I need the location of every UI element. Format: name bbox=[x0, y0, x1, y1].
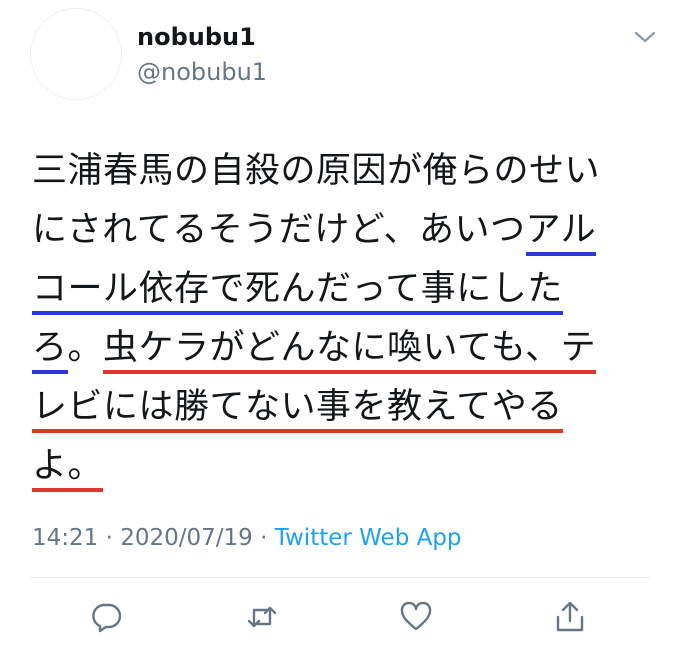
tweet-text-segment: 三浦春馬の自殺の原因が俺らのせい bbox=[32, 151, 601, 191]
tweet-meta: 14:21 · 2020/07/19 · Twitter Web App bbox=[32, 523, 462, 553]
tweet-time[interactable]: 14:21 bbox=[32, 525, 98, 551]
tweet-line: にされてるそうだけど、あいつアル bbox=[32, 201, 652, 260]
meta-separator: · bbox=[260, 525, 268, 551]
share-icon bbox=[556, 601, 584, 632]
like-button[interactable] bbox=[396, 597, 436, 637]
user-handle[interactable]: @nobubu1 bbox=[137, 57, 267, 87]
tweet-text-segment: にされてるそうだけど、あいつ bbox=[32, 210, 526, 250]
tweet-text-segment: 。 bbox=[67, 328, 104, 368]
divider bbox=[30, 577, 650, 578]
avatar[interactable] bbox=[30, 8, 122, 100]
underlined-text-blue: コール依存で死んだって事にした bbox=[32, 269, 563, 315]
underlined-text-red: よ。 bbox=[32, 446, 104, 492]
retweet-button[interactable] bbox=[242, 597, 282, 637]
tweet-source-link[interactable]: Twitter Web App bbox=[275, 525, 462, 551]
retweet-icon bbox=[247, 606, 277, 628]
meta-separator: · bbox=[105, 525, 113, 551]
tweet-line: レビには勝てない事を教えてやる bbox=[32, 378, 652, 437]
display-name[interactable]: nobubu1 bbox=[137, 22, 256, 52]
underlined-text-blue: ろ bbox=[32, 328, 68, 374]
reply-button[interactable] bbox=[86, 597, 126, 637]
chevron-down-icon[interactable] bbox=[633, 28, 657, 46]
tweet-line: よ。 bbox=[32, 437, 652, 496]
underlined-text-blue: アル bbox=[525, 210, 597, 256]
like-icon bbox=[400, 601, 432, 631]
underlined-text-red: 虫ケラがどんなに喚いても、テ bbox=[103, 328, 597, 374]
share-button[interactable] bbox=[550, 597, 590, 637]
tweet-text: 三浦春馬の自殺の原因が俺らのせい にされてるそうだけど、あいつアル コール依存で… bbox=[32, 142, 652, 496]
reply-icon bbox=[92, 603, 122, 633]
tweet-line: 三浦春馬の自殺の原因が俺らのせい bbox=[32, 142, 652, 201]
underlined-text-red: レビには勝てない事を教えてやる bbox=[32, 387, 563, 433]
tweet-line: コール依存で死んだって事にした bbox=[32, 260, 652, 319]
tweet-date[interactable]: 2020/07/19 bbox=[120, 525, 253, 551]
tweet-line: ろ。虫ケラがどんなに喚いても、テ bbox=[32, 319, 652, 378]
